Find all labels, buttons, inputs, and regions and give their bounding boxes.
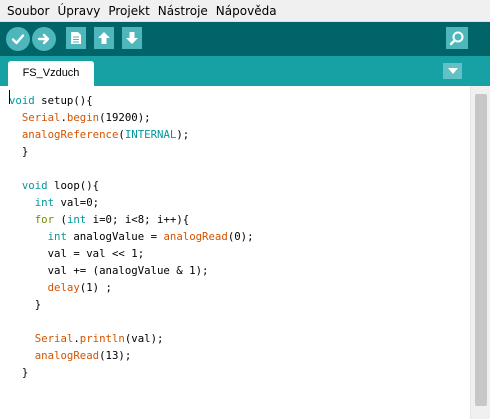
code-line: for (int i=0; i<8; i++){	[34, 213, 190, 226]
arrow-down-icon	[126, 32, 138, 44]
code-editor[interactable]: void setup(){ Serial.begin(19200); analo…	[0, 86, 470, 419]
menu-nastroje[interactable]: Nástroje	[154, 1, 212, 21]
code-token: void	[21, 179, 48, 192]
new-button[interactable]	[66, 27, 86, 49]
menu-upravy[interactable]: Úpravy	[53, 1, 104, 21]
menu-soubor[interactable]: Soubor	[3, 1, 53, 21]
document-icon	[71, 32, 81, 44]
code-line: int val=0;	[34, 196, 100, 209]
save-button[interactable]	[122, 27, 142, 49]
code-token: void	[9, 94, 35, 107]
code-line: analogRead(13);	[34, 349, 132, 362]
upload-button[interactable]	[32, 27, 56, 51]
code-line: val += (analogValue & 1);	[9, 264, 209, 277]
magnifier-icon	[449, 31, 464, 46]
code-line: }	[9, 145, 29, 158]
tab-menu-button[interactable]	[443, 63, 462, 79]
code-line: val = val << 1;	[9, 247, 145, 260]
code-line: }	[9, 366, 29, 379]
code-token: Serial	[34, 332, 74, 345]
code-token: for	[34, 213, 55, 226]
code-token: Serial	[21, 111, 61, 124]
code-line: }	[9, 298, 42, 311]
text-cursor	[9, 90, 10, 104]
code-line: void loop(){	[21, 179, 100, 192]
code-line: void setup(){	[9, 94, 93, 107]
arrow-up-icon	[98, 32, 110, 44]
code-token: int	[34, 196, 55, 209]
code-line: Serial.begin(19200);	[21, 111, 151, 124]
scrollbar-thumb[interactable]	[475, 94, 487, 406]
code-token: analogRead	[34, 349, 100, 362]
code-token: begin	[66, 111, 100, 124]
menu-projekt[interactable]: Projekt	[104, 1, 153, 21]
check-icon	[11, 34, 25, 45]
code-token: INTERNAL	[124, 128, 177, 141]
code-token: println	[79, 332, 125, 345]
code-token: delay	[47, 281, 80, 294]
code-token: analogRead	[163, 230, 228, 243]
toolbar	[0, 22, 490, 56]
serial-monitor-button[interactable]	[446, 27, 468, 49]
menu-bar: Soubor Úpravy Projekt Nástroje Nápověda	[0, 0, 490, 22]
open-button[interactable]	[94, 27, 114, 49]
code-line: Serial.println(val);	[34, 332, 164, 345]
code-line: int analogValue = analogRead(0);	[47, 230, 254, 243]
tab-fs-vzduch[interactable]: FS_Vzduch	[8, 61, 94, 86]
code-line: delay(1) ;	[47, 281, 112, 294]
verify-button[interactable]	[6, 27, 30, 51]
tab-bar: FS_Vzduch	[0, 56, 490, 86]
code-token: int	[66, 213, 87, 226]
menu-napoveda[interactable]: Nápověda	[212, 1, 281, 21]
chevron-down-icon	[447, 68, 458, 74]
code-token: int	[47, 230, 67, 243]
vertical-scrollbar[interactable]	[470, 86, 490, 419]
code-line: analogReference(INTERNAL);	[21, 128, 190, 141]
code-token: analogReference	[21, 128, 119, 141]
arrow-right-icon	[37, 33, 50, 45]
